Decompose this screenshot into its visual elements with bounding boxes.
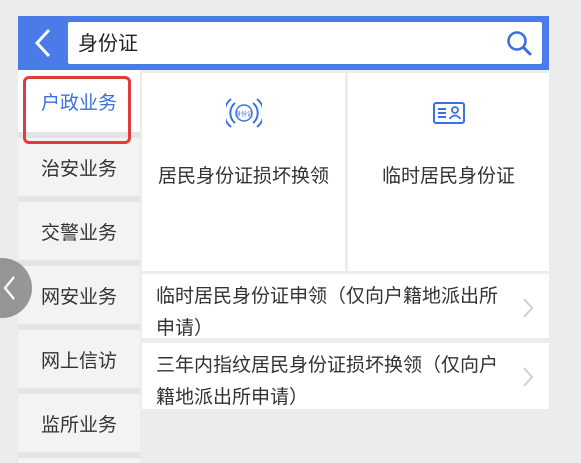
service-card-id-renewal[interactable]: 身份证 居民身份证损坏换领 xyxy=(142,73,345,271)
service-card-temp-id[interactable]: 临时居民身份证 xyxy=(348,73,549,271)
selection-highlight xyxy=(23,76,131,144)
search-input[interactable]: 身份证 xyxy=(68,22,542,64)
sidebar-item-wangan[interactable]: 网安业务 xyxy=(18,266,140,324)
sidebar-item-label: 网安业务 xyxy=(40,285,117,308)
search-bar: 身份证 xyxy=(18,16,549,70)
card-label: 居民身份证损坏换领 xyxy=(157,165,329,187)
id-card-icon xyxy=(432,102,465,124)
list-item-temp-id-apply[interactable]: 临时居民身份证申领（仅向户籍地派出所申请） xyxy=(142,274,549,339)
id-card-nfc-icon: 身份证 xyxy=(225,98,262,128)
list-item-fingerprint-id-renewal[interactable]: 三年内指纹居民身份证损坏换领（仅向户籍地派出所申请） xyxy=(142,343,549,409)
chevron-right-icon xyxy=(523,367,534,387)
sidebar-item-label: 监所业务 xyxy=(40,413,117,436)
back-arrow-icon xyxy=(34,28,51,58)
sidebar-item-label: 治安业务 xyxy=(40,157,117,180)
chevron-right-icon xyxy=(523,298,534,318)
back-button[interactable] xyxy=(18,16,68,70)
card-label: 临时居民身份证 xyxy=(381,165,515,187)
service-content: 身份证 居民身份证损坏换领 临时居民身份证 临时居民身份证申领（仅向户籍地派出所… xyxy=(142,70,549,463)
search-icon[interactable] xyxy=(506,30,532,56)
top-strip xyxy=(0,0,581,16)
divider xyxy=(18,452,140,458)
sidebar-item-xinfang[interactable]: 网上信访 xyxy=(18,330,140,388)
list-item-label: 三年内指纹居民身份证损坏换领（仅向户籍地派出所申请） xyxy=(156,354,499,408)
svg-text:身份证: 身份证 xyxy=(234,110,252,118)
sidebar-item-jiansuo[interactable]: 监所业务 xyxy=(18,394,140,452)
sidebar-item-label: 交警业务 xyxy=(40,221,117,244)
sidebar-item-zhian[interactable]: 治安业务 xyxy=(18,138,140,196)
sidebar-item-jiaojing[interactable]: 交警业务 xyxy=(18,202,140,260)
search-query: 身份证 xyxy=(78,31,138,55)
list-item-label: 临时居民身份证申领（仅向户籍地派出所申请） xyxy=(156,285,499,339)
sidebar-item-label: 网上信访 xyxy=(40,349,117,372)
chevron-left-icon xyxy=(3,276,15,300)
